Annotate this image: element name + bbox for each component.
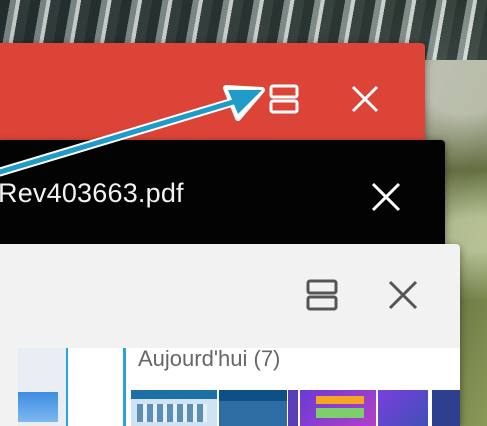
split-screen-button[interactable] [301,274,343,316]
close-button[interactable] [344,78,386,120]
preview-thumbnail [300,390,376,426]
preview-section-title: Aujourd'hui (7) [138,348,281,371]
recent-card-gallery[interactable]: Aujourd'hui (7) [0,244,460,426]
close-button[interactable] [382,274,424,316]
card-title: Rev403663.pdf [0,178,184,208]
recent-card-pdf[interactable]: Rev403663.pdf [0,140,445,250]
preview-thumbnail [288,390,298,426]
close-button[interactable] [362,173,410,221]
preview-thumbnail [432,390,460,426]
preview-thumbnail [131,390,217,426]
recent-card-red[interactable] [0,43,425,153]
preview-thumbnail [378,390,428,426]
split-screen-icon [269,84,299,114]
close-icon [371,182,401,212]
close-icon [351,85,379,113]
close-icon [388,280,418,310]
app-preview: Aujourd'hui (7) [18,348,460,426]
preview-thumbnail [219,390,287,426]
card-header [0,43,425,153]
preview-sidebar [18,348,68,426]
split-screen-icon [306,279,338,311]
split-screen-button[interactable] [263,78,305,120]
preview-divider [123,348,126,426]
